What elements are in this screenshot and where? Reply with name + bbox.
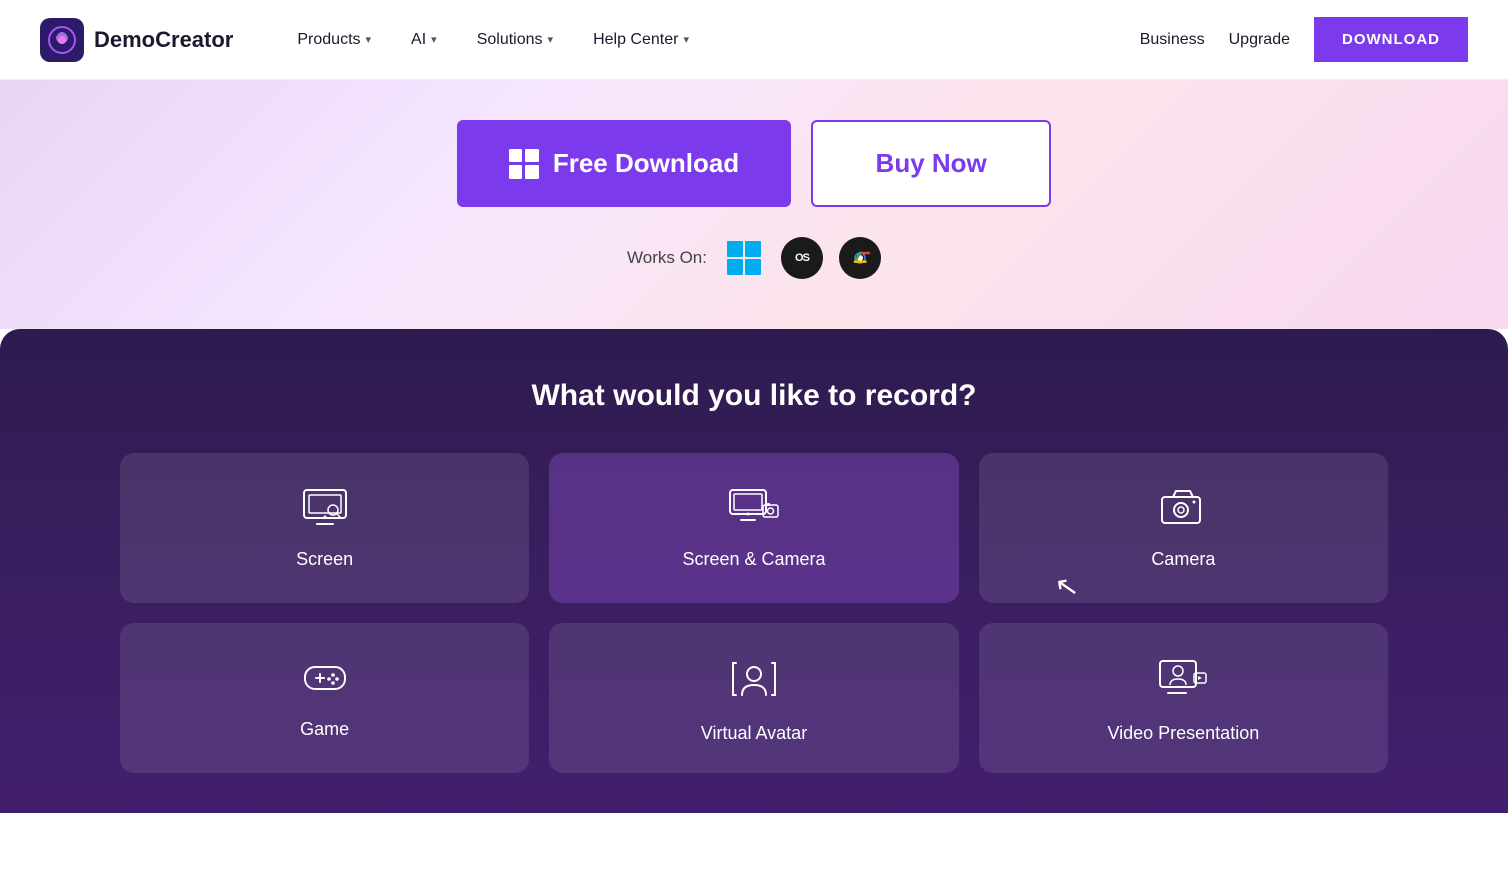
chrome-icon: [839, 237, 881, 279]
logo-text: DemoCreator: [94, 27, 233, 53]
nav-upgrade[interactable]: Upgrade: [1229, 31, 1290, 49]
record-card-screen[interactable]: Screen: [120, 453, 529, 603]
screen-camera-icon: [729, 489, 779, 531]
virtual-avatar-card-label: Virtual Avatar: [701, 723, 807, 744]
record-section: What would you like to record? Screen: [0, 329, 1508, 813]
works-on-label: Works On:: [627, 248, 707, 268]
record-card-video-presentation[interactable]: Video Presentation: [979, 623, 1388, 773]
nav-right: Business Upgrade DOWNLOAD: [1140, 17, 1468, 62]
buy-now-button[interactable]: Buy Now: [811, 120, 1051, 207]
products-chevron-icon: ▾: [366, 33, 372, 46]
ai-chevron-icon: ▾: [431, 33, 437, 46]
camera-card-label: Camera: [1151, 549, 1215, 570]
screen-camera-card-label: Screen & Camera: [682, 549, 825, 570]
free-download-button[interactable]: Free Download: [457, 120, 791, 207]
record-card-virtual-avatar[interactable]: Virtual Avatar: [549, 623, 958, 773]
record-section-title: What would you like to record?: [120, 379, 1388, 413]
game-icon: [300, 659, 350, 701]
record-card-game[interactable]: Game: [120, 623, 529, 773]
game-card-label: Game: [300, 719, 349, 740]
nav-links: Products ▾ AI ▾ Solutions ▾ Help Center …: [281, 23, 1139, 57]
logo[interactable]: DemoCreator: [40, 18, 233, 62]
nav-products[interactable]: Products ▾: [281, 23, 387, 57]
virtual-avatar-icon: [732, 659, 776, 705]
hero-section: Free Download Buy Now Works On: OS: [0, 80, 1508, 329]
logo-icon: [40, 18, 84, 62]
camera-icon: [1161, 489, 1205, 531]
video-presentation-card-label: Video Presentation: [1107, 723, 1259, 744]
help-chevron-icon: ▾: [683, 33, 689, 46]
nav-business[interactable]: Business: [1140, 31, 1205, 49]
solutions-chevron-icon: ▾: [548, 33, 554, 46]
nav-help-center[interactable]: Help Center ▾: [577, 23, 705, 57]
nav-solutions[interactable]: Solutions ▾: [461, 23, 569, 57]
hero-buttons: Free Download Buy Now: [457, 120, 1051, 207]
screen-icon: [303, 489, 347, 531]
record-card-screen-camera[interactable]: Screen & Camera: [549, 453, 958, 603]
windows-logo-icon: [509, 149, 539, 179]
windows-icon: [723, 237, 765, 279]
record-cards-grid: Screen Screen & Camera: [120, 453, 1388, 773]
record-card-camera[interactable]: Camera: [979, 453, 1388, 603]
navigation: DemoCreator Products ▾ AI ▾ Solutions ▾ …: [0, 0, 1508, 80]
macos-icon: OS: [781, 237, 823, 279]
screen-card-label: Screen: [296, 549, 353, 570]
nav-download-button[interactable]: DOWNLOAD: [1314, 17, 1468, 62]
works-on: Works On: OS: [627, 237, 881, 279]
video-presentation-icon: [1158, 659, 1208, 705]
nav-ai[interactable]: AI ▾: [395, 23, 453, 57]
